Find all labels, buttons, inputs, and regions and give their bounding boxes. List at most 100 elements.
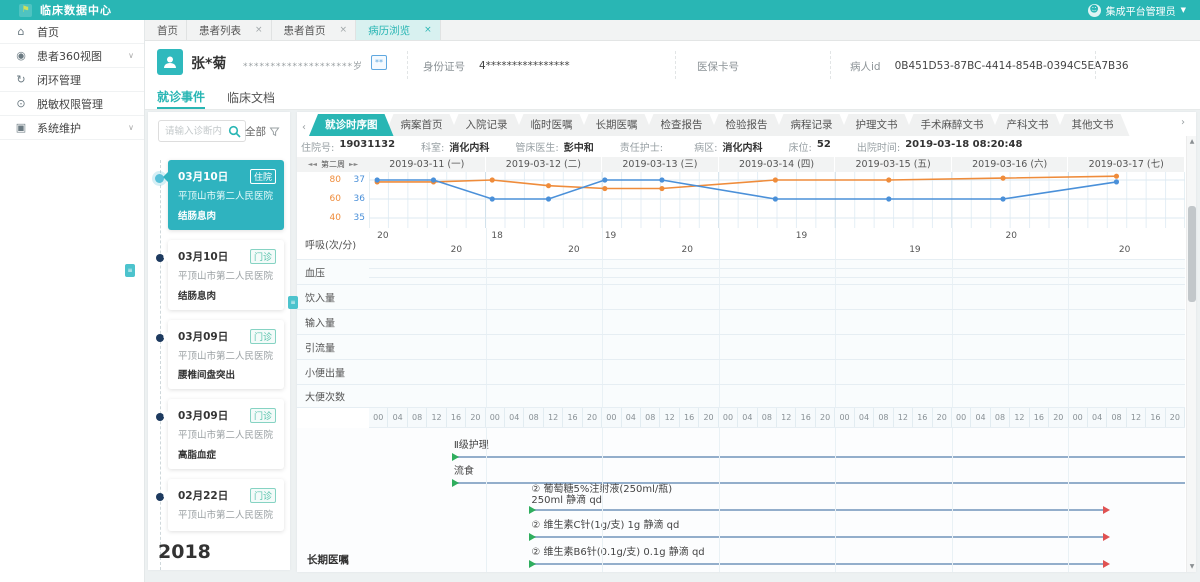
diagnosis-search-input[interactable] [165,123,227,139]
sidebar-collapse-handle[interactable]: ≡ [125,264,135,277]
doc-tab-6[interactable]: 检查报告 [645,114,719,136]
sidebar-item-4[interactable]: ⊙脱敏权限管理 [0,92,144,116]
doc-tab-3[interactable]: 入院记录 [450,114,524,136]
diagnosis-search-box [158,120,246,142]
timeline-collapse-handle[interactable]: ≡ [288,296,298,309]
scrollbar-thumb[interactable] [1188,206,1196,302]
doc-tab-8[interactable]: 病程记录 [775,114,849,136]
temperature-point[interactable] [1000,196,1005,201]
sidebar-item-label: 患者360视图 [37,48,102,64]
hour-tick: 00 [835,408,854,427]
close-icon[interactable]: × [340,25,348,35]
patient-360-icon: ◉ [14,49,28,62]
doc-tab-10[interactable]: 手术麻醉文书 [905,114,1000,136]
doc-tab-4[interactable]: 临时医嘱 [515,114,589,136]
doc-tab-2[interactable]: 病案首页 [385,114,459,136]
hour-tick: 20 [933,408,952,427]
nav-tab-label: 患者列表 [199,23,241,38]
respiration-value: 18 [491,231,502,241]
vertical-scrollbar[interactable]: ▲ ▼ [1186,136,1196,572]
visit-info-value: 彭中和 [564,139,594,154]
masked-info-toggle[interactable]: ** [371,55,387,70]
prev-week-icon[interactable]: ◄◄ [308,161,317,168]
temperature-point[interactable] [602,177,607,182]
temperature-point[interactable] [659,177,664,182]
visit-info-label: 科室: [421,139,444,154]
hour-tick: 12 [660,408,679,427]
visit-info-label: 病区: [694,139,717,154]
sidebar-item-5[interactable]: ▣系统维护∨ [0,116,144,140]
patient-age-masked: ********************岁 [243,59,363,72]
temperature-point[interactable] [490,196,495,201]
pulse-point[interactable] [886,177,891,182]
doc-tab-9[interactable]: 护理文书 [840,114,914,136]
pulse-point[interactable] [659,186,664,191]
pulse-point[interactable] [490,177,495,182]
close-icon[interactable]: × [424,25,432,35]
nav-tab-1[interactable]: 首页 [145,20,187,40]
visit-info-label: 床位: [789,139,812,154]
nav-tab-3[interactable]: 患者首页× [272,20,357,40]
pulse-tick: 40 [321,213,341,223]
order-end-arrow-icon [1103,506,1110,514]
temperature-point[interactable] [431,177,436,182]
hour-tick: 16 [1146,408,1165,427]
pulse-point[interactable] [1000,176,1005,181]
timeline-entry: 03月09日门诊平顶山市第二人民医院腰椎间盘突出 [148,320,290,390]
temperature-point[interactable] [546,196,551,201]
temperature-point[interactable] [375,177,380,182]
chevron-down-icon: ∨ [128,51,134,60]
patient-field-value: 4**************** [479,60,570,72]
doc-tabs-prev-icon[interactable]: ‹ [299,122,309,136]
sidebar-item-1[interactable]: ⌂首页 [0,20,144,44]
temperature-point[interactable] [886,196,891,201]
day-boundary-line [952,385,953,407]
pulse-point[interactable] [602,186,607,191]
visit-event-card[interactable]: 03月09日门诊平顶山市第二人民医院高脂血症 [168,399,284,469]
view-tab-1[interactable]: 就诊事件 [157,85,205,109]
order-label: ② 维生素B6针(0.1g/支) 0.1g 静滴 qd [531,543,704,558]
doc-tab-12[interactable]: 其他文书 [1056,114,1130,136]
next-week-icon[interactable]: ►► [349,161,358,168]
sidebar-item-2[interactable]: ◉ 患者360视图 ∨ [0,44,144,68]
day-grid-lines [369,385,1185,407]
temperature-point[interactable] [773,196,778,201]
doc-tab-11[interactable]: 产科文书 [991,114,1065,136]
pulse-point[interactable] [546,183,551,188]
visit-event-card[interactable]: 03月10日住院平顶山市第二人民医院结肠息肉 [168,160,284,230]
pulse-point[interactable] [1114,174,1119,179]
hour-day-group: 000408121620 [952,408,1069,427]
view-tab-2[interactable]: 临床文档 [227,85,275,109]
day-boundary-line [835,385,836,407]
nav-tab-2[interactable]: 患者列表 × [187,20,272,40]
hour-tick: 00 [719,408,738,427]
respiration-value: 19 [796,231,807,241]
day-boundary-line [1068,260,1069,284]
user-menu[interactable]: ☻ 集成平台管理员 ▼ [1088,3,1186,18]
pulse-point[interactable] [773,177,778,182]
timeline-filter[interactable]: 全部 [245,124,280,139]
doc-tab-7[interactable]: 检验报告 [710,114,784,136]
hour-day-group: 000408121620 [835,408,952,427]
scroll-up-icon[interactable]: ▲ [1187,136,1196,147]
day-boundary-line [719,335,720,359]
week-label: 第二周 [321,159,345,170]
desensitize-permission-icon: ⊙ [14,97,28,110]
visit-event-card[interactable]: 03月10日门诊平顶山市第二人民医院结肠息肉 [168,240,284,310]
doc-tab-5[interactable]: 长期医嘱 [580,114,654,136]
temperature-point[interactable] [1114,179,1119,184]
sidebar-item-3[interactable]: ↻闭环管理 [0,68,144,92]
scroll-down-icon[interactable]: ▼ [1187,561,1196,572]
timeline-entry: 02月22日门诊平顶山市第二人民医院 [148,479,290,531]
hour-tick: 20 [1166,408,1185,427]
day-grid-lines [369,285,1185,309]
visit-info-value: 52 [817,139,831,154]
close-icon[interactable]: × [255,25,263,35]
doc-tab-1[interactable]: 就诊时序图 [309,114,394,136]
visit-event-card[interactable]: 03月09日门诊平顶山市第二人民医院腰椎间盘突出 [168,320,284,390]
visit-event-card[interactable]: 02月22日门诊平顶山市第二人民医院 [168,479,284,531]
search-icon[interactable] [228,125,241,138]
nav-tab-4[interactable]: 病历浏览× [356,20,441,40]
doc-tabs-next-icon[interactable]: › [1178,117,1188,131]
timeline-entry: 03月09日门诊平顶山市第二人民医院高脂血症 [148,399,290,469]
